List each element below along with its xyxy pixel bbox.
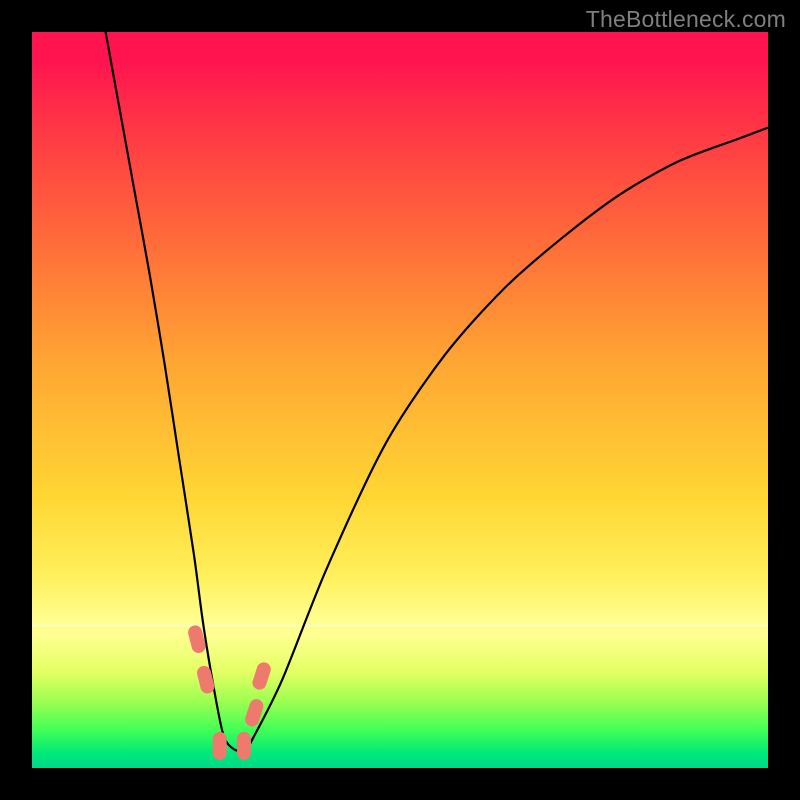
marker-left-lower (196, 664, 216, 695)
marker-floor-left (213, 732, 227, 760)
curve-svg (32, 32, 768, 768)
chart-stage: TheBottleneck.com (0, 0, 800, 800)
plot-area (32, 32, 768, 768)
attribution-label: TheBottleneck.com (586, 6, 786, 33)
markers-group (187, 624, 273, 760)
marker-right-upper (251, 661, 273, 692)
marker-floor-right (237, 732, 251, 760)
